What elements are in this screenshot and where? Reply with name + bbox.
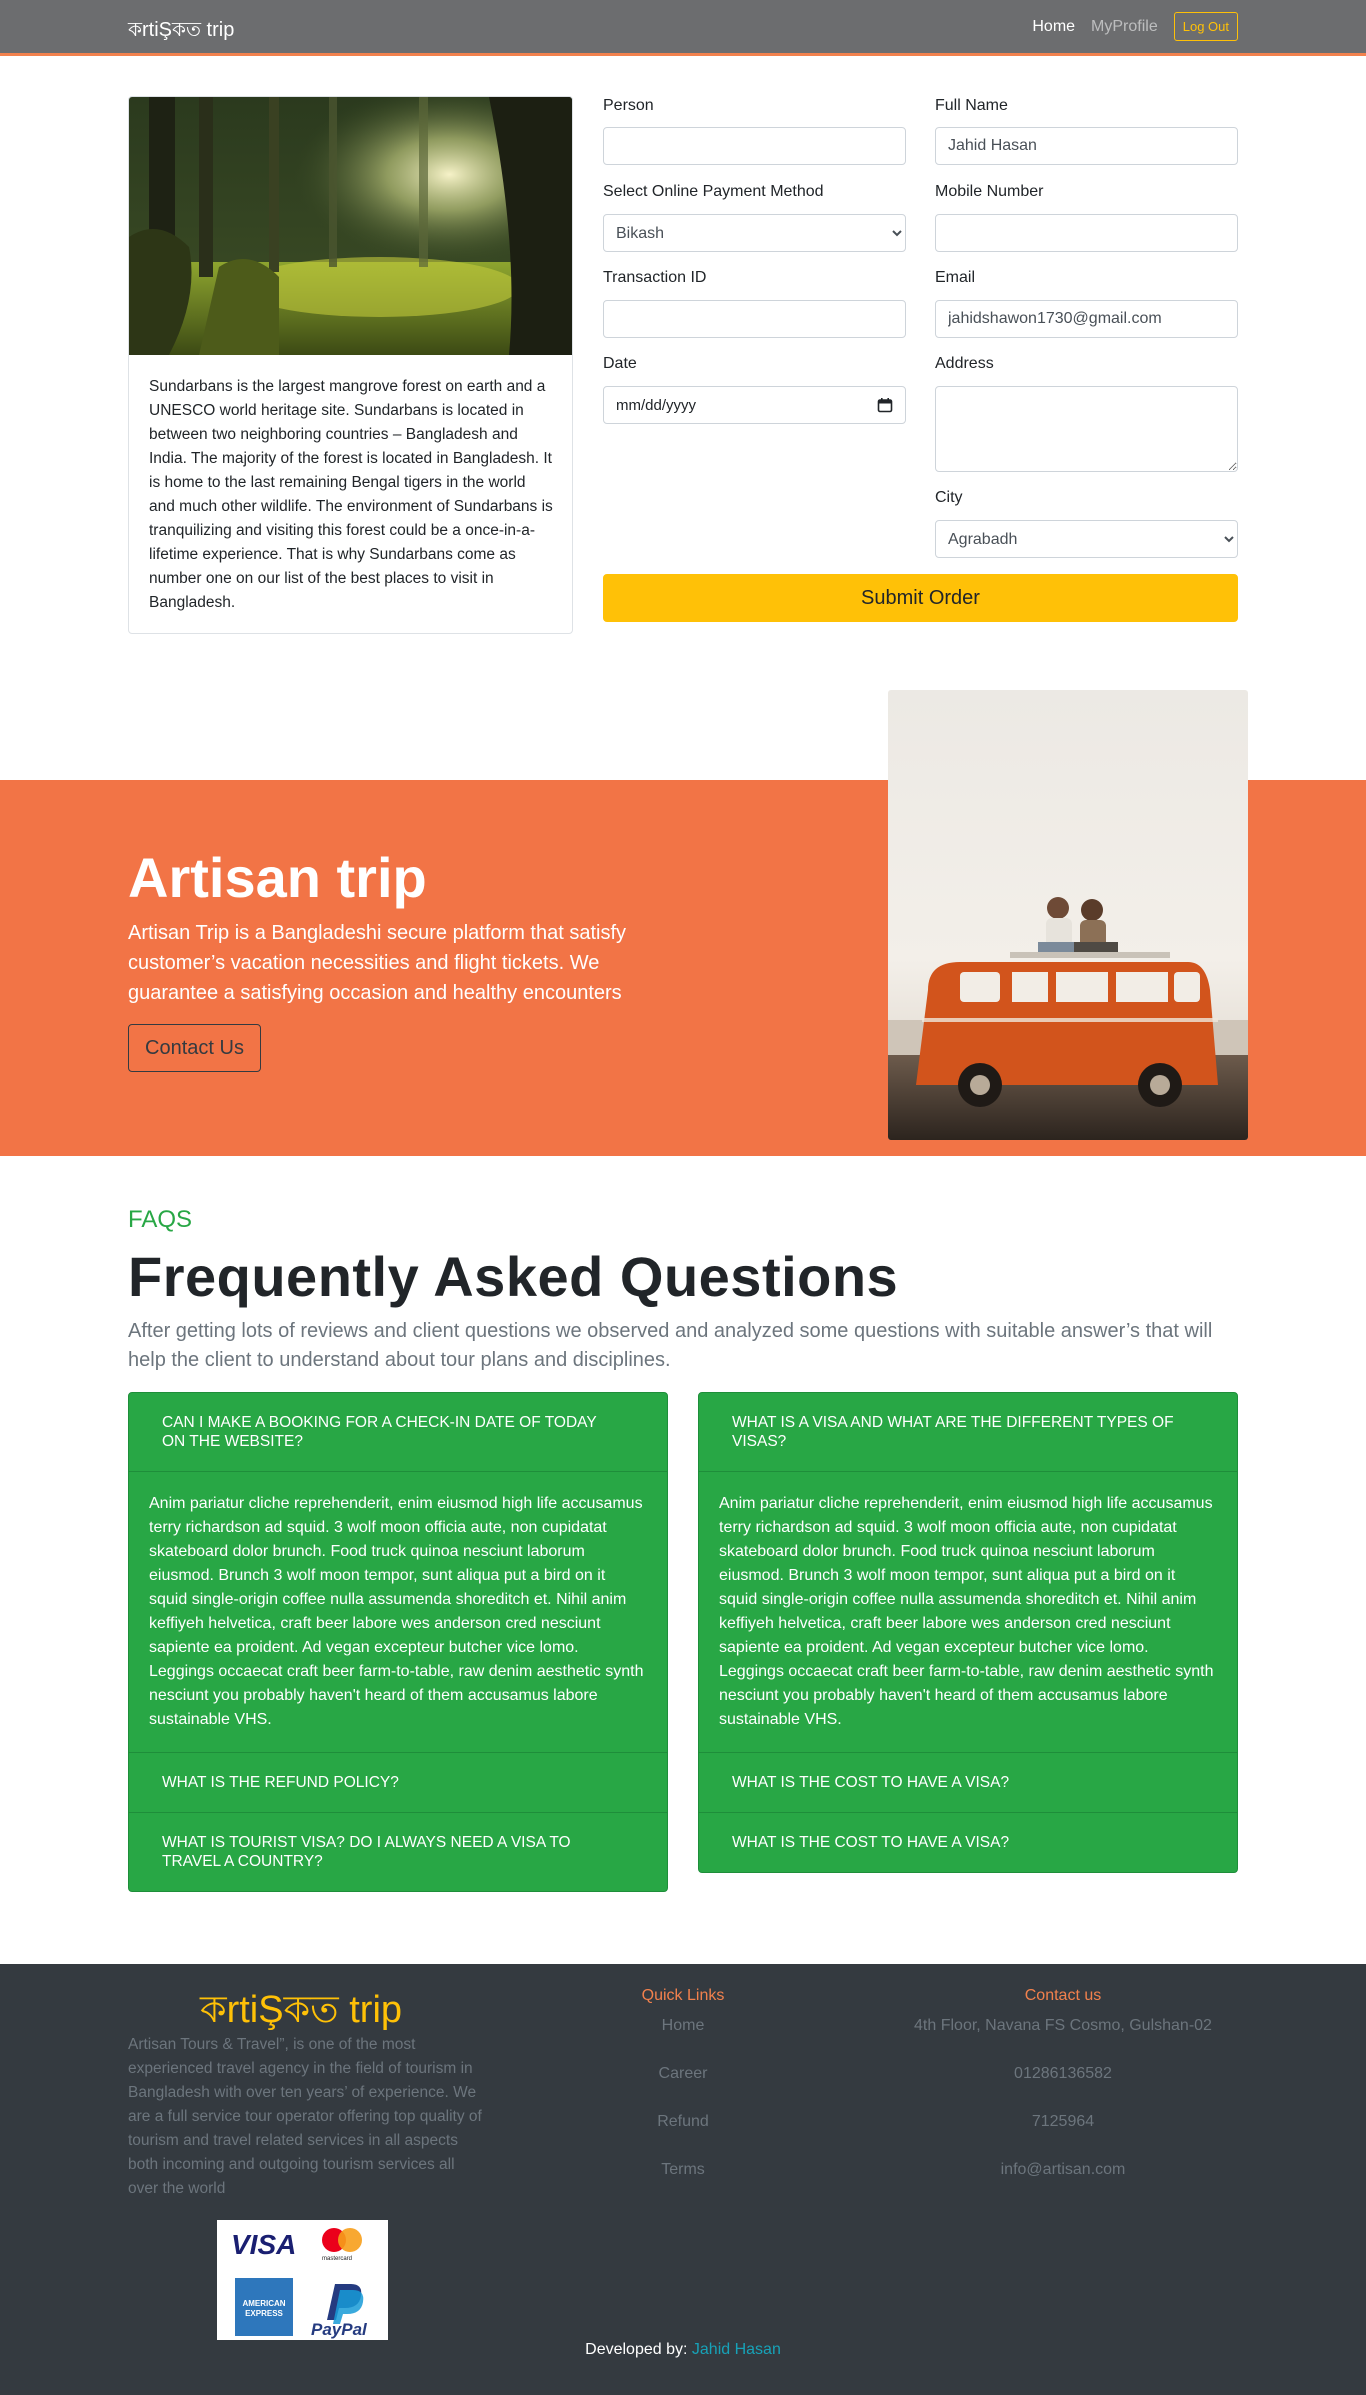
navbar: কrtiŞকত trip Home MyProfile Log Out bbox=[0, 0, 1366, 56]
nav-myprofile-link[interactable]: MyProfile bbox=[1091, 18, 1158, 36]
person-label: Person bbox=[603, 97, 654, 114]
forest-image bbox=[129, 97, 572, 355]
city-label: City bbox=[935, 489, 963, 506]
developed-by: Developed by: Jahid Hasan bbox=[0, 2341, 1366, 2359]
faq-accordion-right: What is a visa and what are the differen… bbox=[698, 1392, 1238, 1873]
brand-logo[interactable]: কrtiŞকত trip bbox=[128, 15, 234, 48]
faq-question[interactable]: What is tourist visa? Do I always need a… bbox=[129, 1813, 667, 1891]
developer-link[interactable]: Jahid Hasan bbox=[692, 2341, 781, 2358]
faq-item: Can I make a booking for a check-in date… bbox=[129, 1393, 667, 1753]
transaction-id-label: Transaction ID bbox=[603, 269, 707, 286]
faq-lead: After getting lots of reviews and client… bbox=[128, 1320, 1213, 1371]
faq-question[interactable]: What is the cost to have a visa? bbox=[699, 1813, 1237, 1872]
footer-link-home[interactable]: Home bbox=[583, 2017, 783, 2035]
faq-question[interactable]: What is the cost to have a visa? bbox=[699, 1753, 1237, 1812]
faq-answer: Anim pariatur cliche reprehenderit, enim… bbox=[129, 1471, 667, 1752]
faq-question[interactable]: What is the refund policy? bbox=[129, 1753, 667, 1812]
city-select[interactable]: Agrabadh bbox=[935, 520, 1238, 558]
hero-text: Artisan Trip is a Bangladeshi secure pla… bbox=[128, 922, 627, 1004]
logout-button[interactable]: Log Out bbox=[1173, 12, 1238, 41]
nav-home-link[interactable]: Home bbox=[1032, 18, 1075, 36]
faq-item: What is a visa and what are the differen… bbox=[699, 1393, 1237, 1753]
footer-link-refund[interactable]: Refund bbox=[583, 2113, 783, 2131]
mastercard-logo: mastercard bbox=[322, 2256, 352, 2262]
contact-address: 4th Floor, Navana FS Cosmo, Gulshan-02 bbox=[914, 2017, 1212, 2034]
mobile-number-input[interactable] bbox=[935, 214, 1238, 252]
nav-links: Home MyProfile Log Out bbox=[1032, 12, 1238, 41]
full-name-input[interactable] bbox=[935, 127, 1238, 165]
quick-links-title: Quick Links bbox=[641, 1987, 725, 2004]
person-input[interactable] bbox=[603, 127, 906, 165]
place-card: Sundarbans is the largest mangrove fores… bbox=[128, 96, 573, 634]
developed-by-label: Developed by: bbox=[585, 2341, 688, 2358]
footer-link-career[interactable]: Career bbox=[583, 2065, 783, 2083]
footer-about-text: Artisan Tours & Travel”, is one of the m… bbox=[128, 2036, 482, 2197]
contact-email: info@artisan.com bbox=[1000, 2161, 1126, 2178]
footer-link-terms[interactable]: Terms bbox=[583, 2161, 783, 2179]
date-input[interactable]: mm/dd/yyyy bbox=[603, 386, 906, 424]
amex-logo: AMERICAN EXPRESS bbox=[242, 2299, 285, 2318]
address-textarea[interactable] bbox=[935, 386, 1238, 472]
email-input[interactable] bbox=[935, 300, 1238, 338]
email-label: Email bbox=[935, 269, 976, 286]
mobile-number-label: Mobile Number bbox=[935, 183, 1044, 200]
address-label: Address bbox=[935, 355, 994, 372]
visa-logo: VISA bbox=[231, 2229, 296, 2260]
place-description: Sundarbans is the largest mangrove fores… bbox=[149, 378, 553, 611]
paypal-logo: PayPal bbox=[311, 2320, 368, 2339]
faq-item: What is the refund policy? bbox=[129, 1753, 667, 1813]
faq-question[interactable]: Can I make a booking for a check-in date… bbox=[129, 1393, 667, 1471]
hero-title: Artisan trip bbox=[128, 846, 427, 909]
faq-question[interactable]: What is a visa and what are the differen… bbox=[699, 1393, 1237, 1471]
full-name-label: Full Name bbox=[935, 97, 1008, 114]
contact-mobile: 01286136582 bbox=[1014, 2065, 1112, 2082]
faq-accordion-left: Can I make a booking for a check-in date… bbox=[128, 1392, 668, 1892]
contact-phone: 7125964 bbox=[1031, 2113, 1095, 2130]
faq-answer: Anim pariatur cliche reprehenderit, enim… bbox=[699, 1471, 1237, 1752]
submit-order-button[interactable]: Submit Order bbox=[603, 574, 1238, 622]
faq-title: Frequently Asked Questions bbox=[128, 1245, 899, 1308]
faq-kicker: FAQS bbox=[128, 1206, 193, 1233]
faq-item: What is the cost to have a visa? bbox=[699, 1813, 1237, 1872]
contact-us-button[interactable]: Contact Us bbox=[128, 1024, 261, 1072]
faq-item: What is tourist visa? Do I always need a… bbox=[129, 1813, 667, 1891]
faq-item: What is the cost to have a visa? bbox=[699, 1753, 1237, 1813]
payment-method-label: Select Online Payment Method bbox=[603, 183, 824, 200]
date-placeholder: mm/dd/yyyy bbox=[616, 396, 697, 414]
calendar-icon[interactable] bbox=[877, 397, 893, 413]
payment-logos: VISA mastercard AMERICAN EXPRESS PayPal bbox=[217, 2220, 388, 2340]
date-label: Date bbox=[603, 355, 637, 372]
payment-method-select[interactable]: Bikash bbox=[603, 214, 906, 252]
contact-us-title: Contact us bbox=[1024, 1987, 1102, 2004]
transaction-id-input[interactable] bbox=[603, 300, 906, 338]
van-photo bbox=[888, 690, 1248, 1140]
